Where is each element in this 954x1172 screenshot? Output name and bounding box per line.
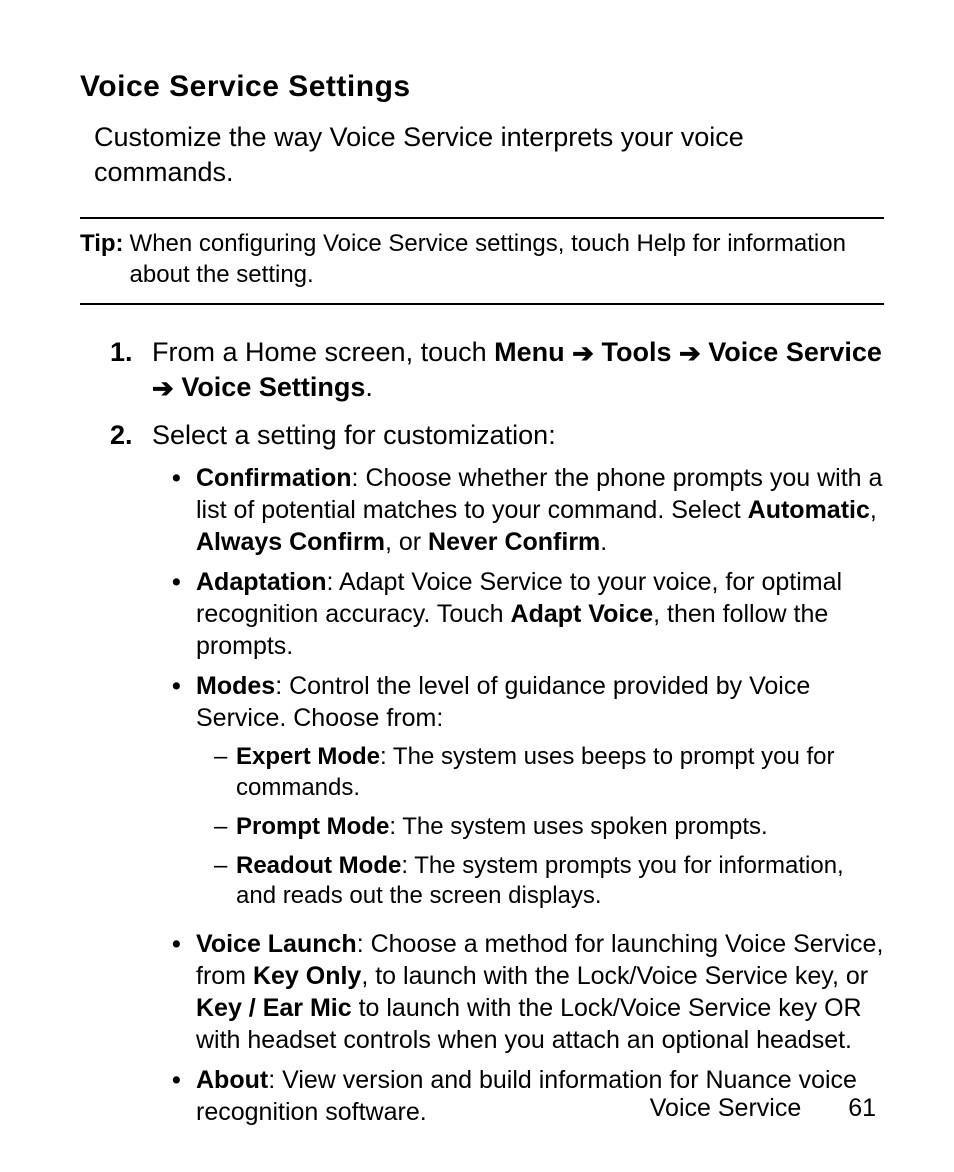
bullet-voice-launch: Voice Launch: Choose a method for launch… — [172, 928, 884, 1056]
step-2: Select a setting for customization: Conf… — [110, 418, 884, 1136]
intro-text: Customize the way Voice Service interpre… — [94, 120, 884, 189]
page: Voice Service Settings Customize the way… — [0, 0, 954, 1172]
tools-label: Tools — [601, 337, 671, 367]
page-number: 61 — [848, 1092, 876, 1124]
modes-title: Modes — [196, 672, 275, 700]
confirmation-sep1: , — [870, 496, 877, 524]
confirmation-opt1: Automatic — [748, 496, 870, 524]
expert-mode-title: Expert Mode — [236, 743, 380, 770]
voice-launch-opt2: Key / Ear Mic — [196, 994, 352, 1022]
step-1-period: . — [365, 372, 373, 402]
arrow-icon: ➔ — [679, 338, 701, 368]
confirmation-title: Confirmation — [196, 464, 352, 492]
modes-text-a: : Control the level of guidance provided… — [196, 672, 810, 732]
readout-mode-title: Readout Mode — [236, 852, 401, 879]
modes-sublist: Expert Mode: The system uses beeps to pr… — [214, 742, 884, 912]
bullet-confirmation: Confirmation: Choose whether the phone p… — [172, 462, 884, 558]
menu-label: Menu — [494, 337, 565, 367]
voice-launch-opt1: Key Only — [253, 962, 361, 990]
tip-label: Tip: — [80, 229, 124, 290]
mode-expert: Expert Mode: The system uses beeps to pr… — [214, 742, 884, 803]
voice-launch-text-b: , to launch with the Lock/Voice Service … — [361, 962, 868, 990]
tip-text: When configuring Voice Service settings,… — [130, 229, 884, 290]
footer-section: Voice Service — [650, 1094, 801, 1122]
voice-settings-label: Voice Settings — [181, 372, 365, 402]
step-1-pre: From a Home screen, touch — [152, 337, 494, 367]
settings-bullets: Confirmation: Choose whether the phone p… — [172, 462, 884, 1128]
bullet-adaptation: Adaptation: Adapt Voice Service to your … — [172, 566, 884, 662]
page-footer: Voice Service 61 — [650, 1092, 876, 1124]
confirmation-opt2: Always Confirm — [196, 528, 385, 556]
tip-box: Tip: When configuring Voice Service sett… — [80, 217, 884, 304]
confirmation-sep2: , or — [385, 528, 428, 556]
step-1: From a Home screen, touch Menu ➔ Tools ➔… — [110, 335, 884, 406]
bullet-modes: Modes: Control the level of guidance pro… — [172, 670, 884, 920]
voice-service-label: Voice Service — [708, 337, 882, 367]
prompt-mode-title: Prompt Mode — [236, 813, 389, 840]
section-title: Voice Service Settings — [80, 68, 884, 106]
confirmation-opt3: Never Confirm — [428, 528, 600, 556]
mode-prompt: Prompt Mode: The system uses spoken prom… — [214, 812, 884, 843]
arrow-icon: ➔ — [572, 338, 594, 368]
adaptation-opt1: Adapt Voice — [511, 600, 654, 628]
adaptation-title: Adaptation — [196, 568, 327, 596]
mode-readout: Readout Mode: The system prompts you for… — [214, 851, 884, 912]
voice-launch-title: Voice Launch — [196, 930, 357, 958]
step-2-text: Select a setting for customization: — [152, 420, 556, 450]
prompt-mode-text: : The system uses spoken prompts. — [389, 813, 767, 840]
confirmation-period: . — [600, 528, 607, 556]
about-title: About — [196, 1066, 268, 1094]
arrow-icon: ➔ — [152, 374, 174, 404]
steps-list: From a Home screen, touch Menu ➔ Tools ➔… — [110, 335, 884, 1136]
